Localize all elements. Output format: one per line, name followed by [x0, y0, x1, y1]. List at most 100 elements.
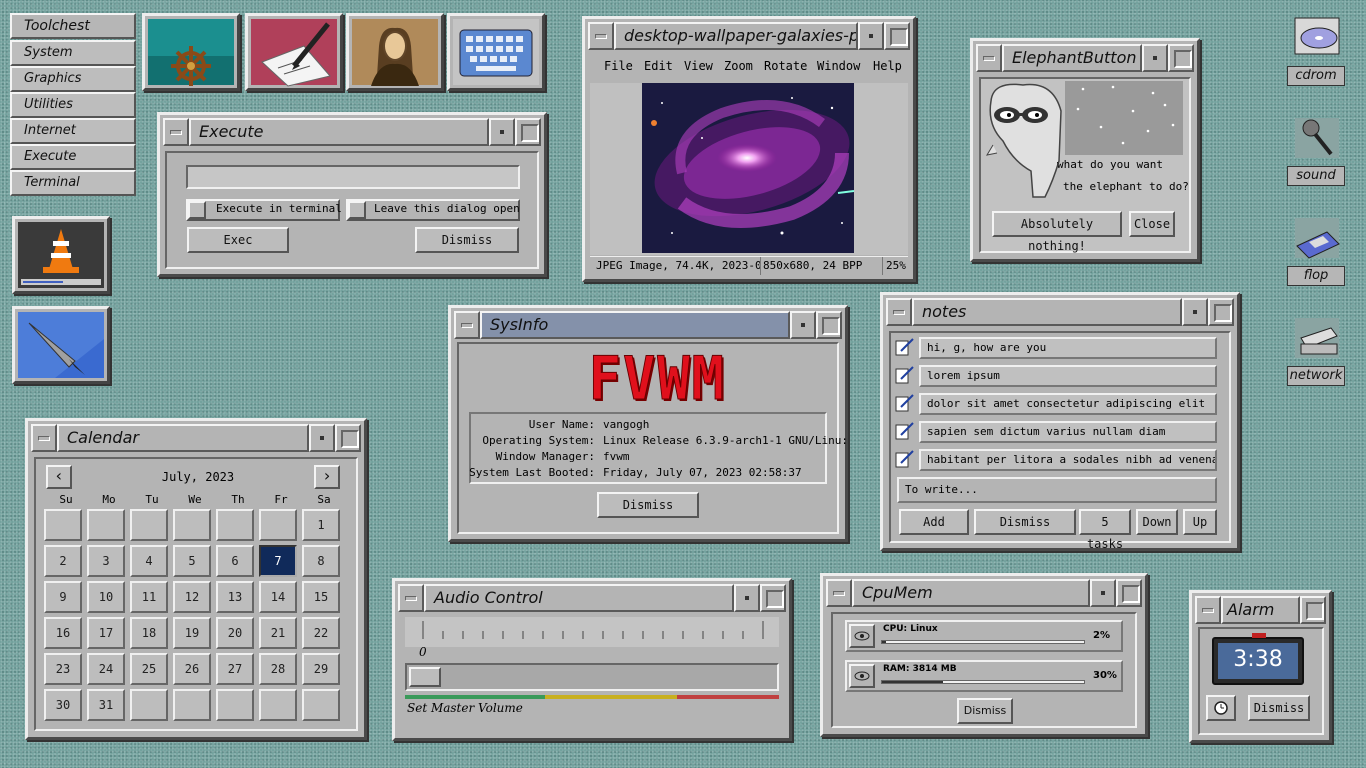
calendar-day[interactable]: 31: [87, 689, 125, 721]
elephant-close-button[interactable]: Close: [1129, 211, 1175, 237]
window-menu-button[interactable]: [886, 298, 912, 326]
desktop-icon-sound[interactable]: sound: [1287, 114, 1347, 188]
sysinfo-dismiss-button[interactable]: Dismiss: [597, 492, 699, 518]
maximize-button[interactable]: [816, 311, 842, 339]
notes-down-button[interactable]: Down: [1136, 509, 1178, 535]
calendar-day[interactable]: 28: [259, 653, 297, 685]
calendar-day[interactable]: 10: [87, 581, 125, 613]
next-month-button[interactable]: ›: [314, 465, 340, 489]
calendar-day[interactable]: 27: [216, 653, 254, 685]
note-item[interactable]: hi, g, how are you: [893, 337, 1217, 359]
execute-dismiss-button[interactable]: Dismiss: [415, 227, 519, 253]
toolchest-item-terminal[interactable]: Terminal: [10, 170, 136, 196]
notes-add-button[interactable]: Add: [899, 509, 969, 535]
alarm-dismiss-button[interactable]: Dismiss: [1248, 695, 1310, 721]
eye-icon[interactable]: [849, 664, 875, 688]
command-input[interactable]: [186, 165, 520, 189]
menu-file[interactable]: File: [604, 59, 633, 73]
menu-help[interactable]: Help: [873, 59, 902, 73]
menu-zoom[interactable]: Zoom: [724, 59, 753, 73]
calendar-day[interactable]: 21: [259, 617, 297, 649]
calendar-day[interactable]: 23: [44, 653, 82, 685]
desktop-icon-network[interactable]: network: [1287, 314, 1347, 388]
calendar-day[interactable]: 13: [216, 581, 254, 613]
calendar-day[interactable]: 5: [173, 545, 211, 577]
calendar-day[interactable]: 25: [130, 653, 168, 685]
minimize-button[interactable]: [489, 118, 515, 146]
calendar-day[interactable]: 1: [302, 509, 340, 541]
minimize-button[interactable]: [1142, 44, 1168, 72]
toolchest-item-graphics[interactable]: Graphics: [10, 66, 136, 92]
eye-icon[interactable]: [849, 624, 875, 648]
calendar-day[interactable]: 12: [173, 581, 211, 613]
vlc-icon[interactable]: [12, 216, 110, 294]
toolchest-item-internet[interactable]: Internet: [10, 118, 136, 144]
maximize-button[interactable]: [1116, 579, 1142, 607]
window-menu-button[interactable]: [826, 579, 852, 607]
window-menu-button[interactable]: [398, 584, 424, 612]
desktop-icon-cdrom[interactable]: cdrom: [1287, 14, 1347, 88]
toolchest-item-utilities[interactable]: Utilities: [10, 92, 136, 118]
window-menu-button[interactable]: [1195, 596, 1221, 624]
notes-input[interactable]: To write...: [897, 477, 1217, 503]
calendar-day[interactable]: 9: [44, 581, 82, 613]
keyboard-icon[interactable]: [447, 13, 545, 91]
calendar-day-selected[interactable]: 7: [259, 545, 297, 577]
toolchest-title[interactable]: Toolchest: [10, 13, 136, 39]
minimize-button[interactable]: [790, 311, 816, 339]
notes-tasks-button[interactable]: 5 tasks: [1079, 509, 1131, 551]
menu-edit[interactable]: Edit: [644, 59, 673, 73]
calendar-day[interactable]: 16: [44, 617, 82, 649]
volume-slider-thumb[interactable]: [409, 667, 441, 687]
menu-window[interactable]: Window: [817, 59, 860, 73]
calendar-day[interactable]: 18: [130, 617, 168, 649]
toolchest-item-system[interactable]: System: [10, 40, 136, 66]
calendar-day[interactable]: 20: [216, 617, 254, 649]
calendar-day[interactable]: 11: [130, 581, 168, 613]
notes-up-button[interactable]: Up: [1183, 509, 1217, 535]
minimize-button[interactable]: [858, 22, 884, 50]
minimize-button[interactable]: [1182, 298, 1208, 326]
minimize-button[interactable]: [734, 584, 760, 612]
toolchest-item-execute[interactable]: Execute: [10, 144, 136, 170]
volume-slider-track[interactable]: [405, 663, 779, 691]
calendar-day[interactable]: 4: [130, 545, 168, 577]
fountain-pen-icon[interactable]: [12, 306, 110, 384]
calendar-day[interactable]: 29: [302, 653, 340, 685]
calendar-day[interactable]: 8: [302, 545, 340, 577]
calendar-day[interactable]: 17: [87, 617, 125, 649]
window-menu-button[interactable]: [976, 44, 1002, 72]
cpumem-dismiss-button[interactable]: Dismiss: [957, 698, 1013, 724]
note-item[interactable]: habitant per litora a sodales nibh ad ve…: [893, 449, 1217, 471]
mona-lisa-icon[interactable]: [346, 13, 444, 91]
calendar-day[interactable]: 24: [87, 653, 125, 685]
minimize-button[interactable]: [1090, 579, 1116, 607]
alarm-clock-button[interactable]: [1206, 695, 1236, 721]
letter-pen-icon[interactable]: [245, 13, 343, 91]
exec-button[interactable]: Exec: [187, 227, 289, 253]
maximize-button[interactable]: [884, 22, 910, 50]
calendar-day[interactable]: 14: [259, 581, 297, 613]
calendar-day[interactable]: 26: [173, 653, 211, 685]
maximize-button[interactable]: [760, 584, 786, 612]
absolutely-nothing-button[interactable]: Absolutely nothing!: [992, 211, 1122, 253]
maximize-button[interactable]: [1168, 44, 1194, 72]
calendar-day[interactable]: 19: [173, 617, 211, 649]
maximize-button[interactable]: [515, 118, 541, 146]
prev-month-button[interactable]: ‹: [46, 465, 72, 489]
maximize-button[interactable]: [1208, 298, 1234, 326]
calendar-day[interactable]: 30: [44, 689, 82, 721]
minimize-button[interactable]: [309, 424, 335, 452]
ship-wheel-icon[interactable]: [142, 13, 240, 91]
notes-dismiss-button[interactable]: Dismiss: [974, 509, 1076, 535]
calendar-day[interactable]: 6: [216, 545, 254, 577]
note-item[interactable]: sapien sem dictum varius nullam diam: [893, 421, 1217, 443]
calendar-day[interactable]: 15: [302, 581, 340, 613]
window-menu-button[interactable]: [31, 424, 57, 452]
menu-rotate[interactable]: Rotate: [764, 59, 807, 73]
maximize-button[interactable]: [335, 424, 361, 452]
desktop-icon-flop[interactable]: flop: [1287, 214, 1347, 288]
maximize-button[interactable]: [1300, 596, 1326, 624]
window-menu-button[interactable]: [163, 118, 189, 146]
calendar-day[interactable]: 22: [302, 617, 340, 649]
